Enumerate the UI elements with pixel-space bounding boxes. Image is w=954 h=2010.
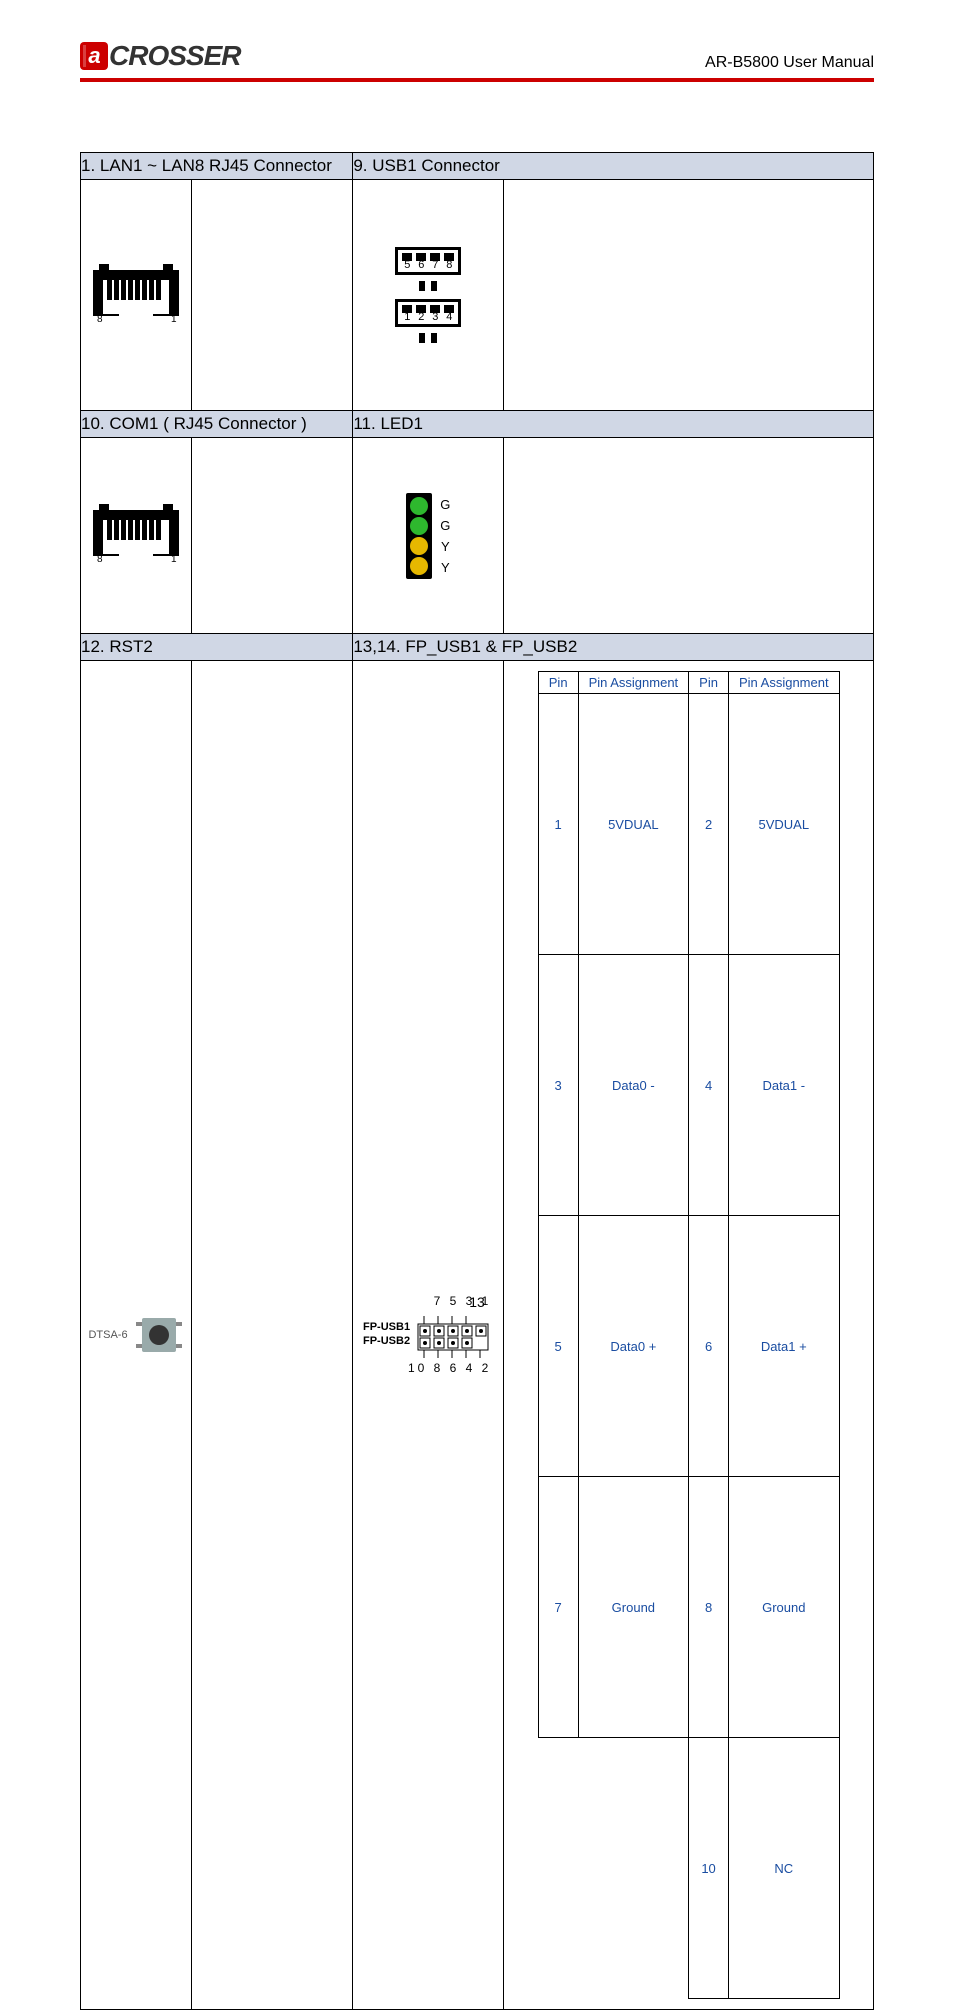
svg-text:FP-USB2: FP-USB2 [363,1335,410,1347]
led-green-icon [410,517,428,535]
lan-desc-cell [192,180,353,411]
section-12-header: 12. RST2 [81,634,353,661]
usb1-desc-cell [504,180,874,411]
reset-button-icon: DTSA-6 [81,1310,191,1360]
logo-text: CROSSER [109,40,240,72]
fpusb-pin-table-cell: Pin Pin Assignment Pin Pin Assignment 15… [504,661,874,2010]
section-9-header: 9. USB1 Connector [353,153,874,180]
table-row: 10NC [538,1738,839,1999]
svg-text:1: 1 [171,554,177,564]
pin-assignment-table: Pin Pin Assignment Pin Pin Assignment 15… [538,671,840,1999]
connector-table: 1. LAN1 ~ LAN8 RJ45 Connector 9. USB1 Co… [80,152,874,2010]
led-yellow-icon [410,557,428,575]
table-row: 7Ground8Ground [538,1477,839,1738]
table-row: 3Data0 -4Data1 - [538,955,839,1216]
usb1-image-cell: 5678 1234 [353,180,504,411]
fpusb-bot-nums: 10 8 6 4 2 [407,1361,493,1375]
led-label: G [440,497,450,512]
header-divider [80,78,874,82]
page-number: 13 [0,1294,954,1310]
svg-text:1: 1 [171,314,177,324]
com1-desc-cell [192,438,353,634]
usb-connector-icon: 5678 1234 [353,247,503,343]
rst2-image-cell: DTSA-6 [81,661,192,2010]
led-label: Y [440,539,450,554]
com1-rj45-image-cell: 8 1 [81,438,192,634]
logo-badge: a [80,42,108,70]
section-1-header: 1. LAN1 ~ LAN8 RJ45 Connector [81,153,353,180]
section-10-header: 10. COM1 ( RJ45 Connector ) [81,411,353,438]
pin-header: Pin [538,672,578,694]
pin-header: Pin Assignment [578,672,689,694]
rj45-icon: 8 1 [91,502,181,569]
svg-text:FP-USB1: FP-USB1 [363,1321,410,1333]
led1-image-cell: G G Y Y [353,438,504,634]
svg-text:8: 8 [97,314,103,324]
section-11-header: 11. LED1 [353,411,874,438]
logo: aCROSSER [80,40,240,72]
pin-header: Pin Assignment [728,672,839,694]
document-title: AR-B5800 User Manual [705,54,874,72]
led1-desc-cell [504,438,874,634]
rj45-icon: 8 1 [91,262,181,329]
pin-header: Pin [689,672,729,694]
fpusb-image-cell: 7 5 3 1 FP-USB1 FP-USB2 [353,661,504,2010]
led-yellow-icon [410,537,428,555]
rst2-desc-cell [192,661,353,2010]
section-13-header: 13,14. FP_USB1 & FP_USB2 [353,634,874,661]
lan-rj45-image-cell: 8 1 [81,180,192,411]
led-icon: G G Y Y [406,493,450,579]
table-row: 5Data0 +6Data1 + [538,1216,839,1477]
led-label: G [440,518,450,533]
led-label: Y [440,560,450,575]
led-green-icon [410,497,428,515]
table-row: 15VDUAL25VDUAL [538,694,839,955]
svg-text:8: 8 [97,554,103,564]
rst-label: DTSA-6 [88,1329,127,1341]
